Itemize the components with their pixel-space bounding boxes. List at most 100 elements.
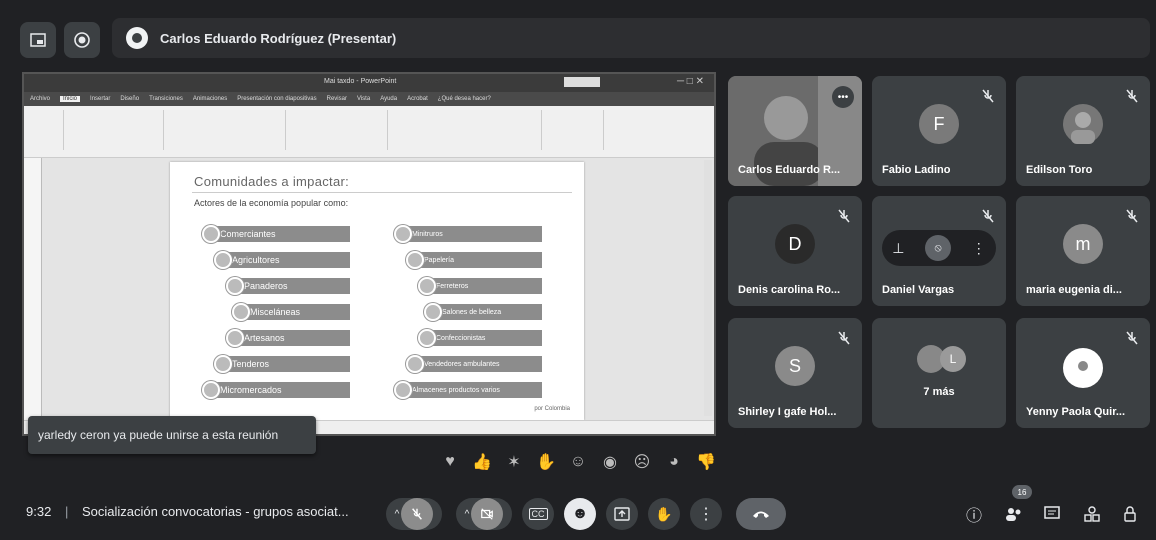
chat-icon[interactable]	[1040, 502, 1064, 526]
presenter-logo-icon	[132, 33, 142, 43]
crying-face-icon[interactable]: ☹	[630, 450, 654, 474]
agricultores-icon	[214, 251, 232, 269]
meeting-details-icon[interactable]: ⓘ	[962, 502, 986, 526]
slide-left-item: Misceláneas	[240, 304, 350, 320]
confeccionistas-icon	[418, 329, 436, 347]
top-bar: Carlos Eduardo Rodríguez (Presentar)	[0, 0, 1156, 72]
ribbon-group-paragraph	[290, 110, 388, 150]
ppt-tab[interactable]: Inicio	[60, 96, 81, 102]
ppt-tab[interactable]: Animaciones	[193, 96, 227, 102]
participant-tile-daniel[interactable]: ⊥ ⦸ ⋮ Daniel Vargas	[872, 196, 1006, 306]
presenter-banner[interactable]: Carlos Eduardo Rodríguez (Presentar)	[112, 18, 1150, 58]
participant-avatar: D	[775, 224, 815, 264]
present-screen-icon	[614, 507, 630, 521]
people-icon[interactable]	[1002, 502, 1026, 526]
leave-call-button[interactable]	[736, 498, 786, 530]
meeting-info: 9:32 | Socialización convocatorias - gru…	[26, 504, 349, 519]
heart-icon[interactable]: ♥	[438, 450, 462, 474]
minitruros-icon	[394, 225, 412, 243]
microphone-control[interactable]: ^	[386, 498, 442, 530]
participant-name: Shirley I gafe Hol...	[738, 406, 837, 418]
record-button[interactable]	[64, 22, 100, 58]
surprised-face-icon[interactable]: ◉	[598, 450, 622, 474]
chevron-up-icon[interactable]: ^	[465, 509, 470, 520]
present-now-button[interactable]	[606, 498, 638, 530]
participant-tile-fabio[interactable]: F Fabio Ladino	[872, 76, 1006, 186]
ppt-tab[interactable]: Transiciones	[149, 96, 183, 102]
participant-tile-denis[interactable]: D Denis carolina Ro...	[728, 196, 862, 306]
participant-tile-more[interactable]: L 7 más	[872, 318, 1006, 428]
mic-off-icon	[982, 89, 994, 103]
activities-icon[interactable]	[1080, 502, 1104, 526]
party-popper-icon[interactable]: ✶	[502, 450, 526, 474]
ppt-ribbon-tabs: Archivo Inicio Insertar Diseño Transicio…	[24, 92, 714, 106]
ppt-tab[interactable]: Diseño	[120, 96, 139, 102]
more-options-icon[interactable]: •••	[832, 86, 854, 108]
mic-off-icon	[1126, 331, 1138, 345]
ppt-vertical-scrollbar[interactable]	[704, 160, 712, 416]
more-vert-icon[interactable]: ⋮	[972, 240, 986, 257]
more-participant-avatar: L	[940, 346, 966, 372]
slide-right-item: Almacenes productos varios	[402, 382, 542, 398]
slide-left-item: Micromercados	[210, 382, 350, 398]
presenter-avatar	[126, 27, 148, 49]
ppt-tab[interactable]: ¿Qué desea hacer?	[438, 96, 491, 102]
hand-icon: ✋	[655, 505, 673, 522]
thumbs-down-icon[interactable]: 👎	[694, 450, 718, 474]
participants-count-badge: 16	[1012, 485, 1032, 499]
raise-hand-button[interactable]: ✋	[648, 498, 680, 530]
more-participants-label: 7 más	[923, 386, 955, 398]
thumbs-up-icon[interactable]: 👍	[470, 450, 494, 474]
participant-avatar: S	[775, 346, 815, 386]
participant-tile-yenny[interactable]: Yenny Paola Quir...	[1016, 318, 1150, 428]
micromercados-icon	[202, 381, 220, 399]
ppt-tab[interactable]: Archivo	[30, 96, 50, 102]
slide-left-item: Artesanos	[234, 330, 350, 346]
ppt-tab[interactable]: Ayuda	[380, 96, 397, 102]
participant-name: Daniel Vargas	[882, 284, 955, 296]
participant-tile-carlos[interactable]: ••• Carlos Eduardo R...	[728, 76, 862, 186]
ppt-tab[interactable]: Acrobat	[407, 96, 428, 102]
participant-name: Edilson Toro	[1026, 164, 1093, 176]
ppt-thumbnail-pane	[24, 158, 42, 420]
ppt-tab[interactable]: Presentación con diapositivas	[237, 96, 316, 102]
captions-button[interactable]: CC	[522, 498, 554, 530]
ppt-tab[interactable]: Vista	[357, 96, 370, 102]
ribbon-group-clipboard	[28, 110, 64, 150]
ppt-window-title: Mai taxdo - PowerPoint	[324, 78, 397, 85]
more-vert-icon: ⋮	[698, 506, 714, 523]
ribbon-group-drawing	[392, 110, 542, 150]
slide-divider	[192, 192, 572, 193]
picture-in-picture-button[interactable]	[20, 22, 56, 58]
mute-participant-icon[interactable]: ⦸	[925, 235, 952, 261]
host-controls-icon[interactable]	[1118, 502, 1142, 526]
almacenes-icon	[394, 381, 412, 399]
pin-icon[interactable]: ⊥	[892, 240, 904, 257]
reactions-button[interactable]: ☻	[564, 498, 596, 530]
presenter-title: Carlos Eduardo Rodríguez (Presentar)	[160, 30, 397, 46]
ppt-tab[interactable]: Revisar	[327, 96, 347, 102]
mic-off-icon[interactable]	[401, 498, 434, 530]
camera-off-icon[interactable]	[471, 498, 504, 530]
slide-left-item: Agricultores	[222, 252, 350, 268]
end-call-icon	[753, 511, 769, 518]
camera-control[interactable]: ^	[456, 498, 512, 530]
participant-tile-shirley[interactable]: S Shirley I gafe Hol...	[728, 318, 862, 428]
thinking-face-icon[interactable]: ◕	[662, 450, 686, 474]
chevron-up-icon[interactable]: ^	[395, 509, 400, 520]
participant-tile-edilson[interactable]: Edilson Toro	[1016, 76, 1150, 186]
slide-credit: por Colombia	[534, 406, 570, 412]
participant-avatar: F	[919, 104, 959, 144]
laughing-face-icon[interactable]: ☺	[566, 450, 590, 474]
participant-tile-maria[interactable]: m maria eugenia di...	[1016, 196, 1150, 306]
slide-right-item: Papelería	[414, 252, 542, 268]
more-options-button[interactable]: ⋮	[690, 498, 722, 530]
join-notification-text: yarledy ceron ya puede unirse a esta reu…	[38, 428, 279, 442]
ppt-tab[interactable]: Insertar	[90, 96, 110, 102]
salones-icon	[424, 303, 442, 321]
ppt-user-badge	[564, 77, 600, 87]
participant-logo-avatar	[1063, 348, 1103, 388]
clapping-hands-icon[interactable]: ✋	[534, 450, 558, 474]
slide-left-item: Comerciantes	[210, 226, 350, 242]
mic-off-icon	[1126, 89, 1138, 103]
